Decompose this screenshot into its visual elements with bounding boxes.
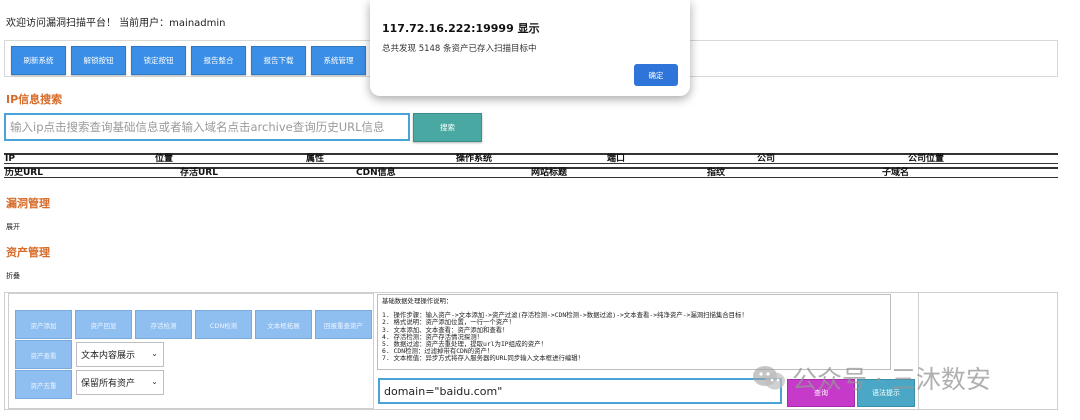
asset-add-button[interactable]: 资产添加 <box>15 310 72 339</box>
asset-view-button[interactable]: 资产查看 <box>15 340 72 369</box>
col-location: 位置 <box>155 154 174 164</box>
welcome-text: 欢迎访问漏洞扫描平台！ 当前用户：mainadmin <box>6 18 226 29</box>
dedup-mode-value: 保留所有资产 <box>81 379 136 389</box>
watermark-text: 公众号 · 三沐数安 <box>792 365 991 394</box>
col-port: 端口 <box>607 154 626 164</box>
dialog-title: 117.72.16.222:19999 显示 <box>382 22 540 35</box>
info-table-header-row-1: IP 位置 属性 操作系统 端口 公司 公司位置 <box>4 153 1058 164</box>
alert-dialog: 117.72.16.222:19999 显示 总共发现 5148 条资产已存入扫… <box>370 0 690 96</box>
asset-manage-title: 资产管理 <box>6 246 50 259</box>
dialog-ok-button[interactable]: 确定 <box>634 64 678 86</box>
dialog-message: 总共发现 5148 条资产已存入扫描目标中 <box>382 44 537 54</box>
col-cdn-info: CDN信息 <box>356 168 396 178</box>
col-os: 操作系统 <box>456 154 493 164</box>
textbox-expand-button[interactable]: 文本框拓展 <box>255 310 312 339</box>
search-button[interactable]: 搜索 <box>413 113 482 142</box>
lock-button[interactable]: 锁定按钮 <box>131 46 186 75</box>
view-mode-select[interactable]: 文本内容展示 ⌄ <box>76 342 164 367</box>
cdn-check-button[interactable]: CDN检测 <box>195 310 252 339</box>
col-fingerprint: 指纹 <box>707 168 726 178</box>
chevron-down-icon: ⌄ <box>151 349 158 358</box>
report-merge-button[interactable]: 报告整合 <box>191 46 246 75</box>
instructions-title: 基础数据处理操作说明： <box>382 297 453 305</box>
domain-query-input[interactable]: domain="baidu.com" <box>378 378 782 404</box>
unlock-button[interactable]: 解锁按钮 <box>71 46 126 75</box>
col-history-url: 历史URL <box>5 168 43 178</box>
col-ip: IP <box>5 154 15 164</box>
vuln-expand-toggle[interactable]: 展开 <box>6 222 20 232</box>
refresh-system-button[interactable]: 刷新系统 <box>11 46 66 75</box>
col-attribute: 属性 <box>306 154 325 164</box>
system-manage-button[interactable]: 系统管理 <box>311 46 366 75</box>
report-download-button[interactable]: 报告下载 <box>251 46 306 75</box>
asset-dedup-button[interactable]: 资产去重 <box>15 370 72 399</box>
asset-collapse-toggle[interactable]: 折叠 <box>6 271 20 281</box>
col-site-title: 网站标题 <box>531 168 568 178</box>
recheck-asset-button[interactable]: 回报重查资产 <box>315 310 372 339</box>
chevron-down-icon: ⌄ <box>151 377 158 386</box>
view-mode-value: 文本内容展示 <box>81 351 136 361</box>
asset-echo-button[interactable]: 资产回显 <box>75 310 132 339</box>
col-alive-url: 存活URL <box>180 168 218 178</box>
ip-search-title: IP信息搜索 <box>6 93 63 106</box>
dedup-mode-select[interactable]: 保留所有资产 ⌄ <box>76 370 164 395</box>
watermark: 公众号 · 三沐数安 <box>752 358 991 398</box>
vuln-manage-title: 漏洞管理 <box>6 197 50 210</box>
wechat-icon <box>752 364 786 392</box>
col-company-location: 公司位置 <box>908 154 945 164</box>
info-table-header-row-2: 历史URL 存活URL CDN信息 网站标题 指纹 子域名 <box>4 167 1058 178</box>
col-subdomain: 子域名 <box>882 168 910 178</box>
ip-search-input[interactable]: 输入ip点击搜索查询基础信息或者输入域名点击archive查询历史URL信息 <box>4 113 410 141</box>
asset-actions-box: 资产添加 资产回显 存活检测 CDN检测 文本框拓展 回报重查资产 资产查看 文… <box>8 293 374 409</box>
col-company: 公司 <box>757 154 776 164</box>
alive-check-button[interactable]: 存活检测 <box>135 310 192 339</box>
